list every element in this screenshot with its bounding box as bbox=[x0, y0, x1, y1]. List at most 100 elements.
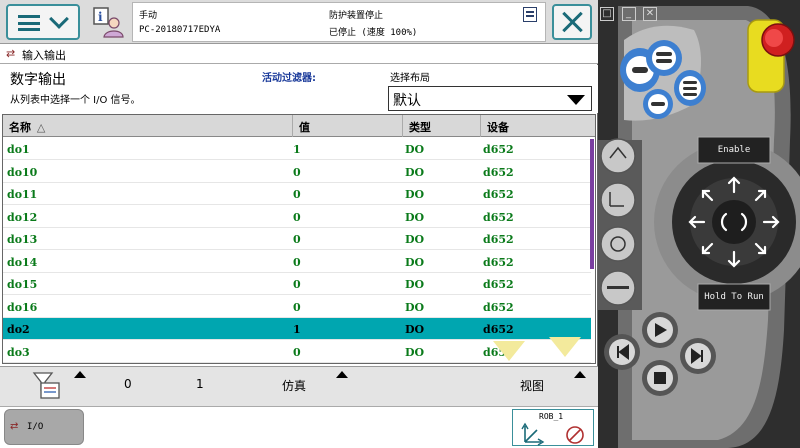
signal-name: do2 bbox=[7, 323, 30, 336]
sort-ascending-icon: △ bbox=[36, 121, 46, 134]
status-panel[interactable]: 手动 PC-20180717EDYA 防护装置停止 已停止 (速度 100%) bbox=[132, 2, 546, 42]
status-document-icon bbox=[523, 7, 537, 22]
table-row[interactable]: do15 0 DO d652 bbox=[3, 273, 591, 295]
active-filter-label: 活动过滤器: bbox=[262, 73, 316, 84]
bottom-command-bar: 0 1 仿真 视图 bbox=[0, 366, 598, 406]
signal-device: d652 bbox=[483, 143, 514, 156]
table-row[interactable]: do16 0 DO d652 bbox=[3, 296, 591, 318]
set-zero-button[interactable]: 0 bbox=[124, 377, 132, 391]
signal-name: do1 bbox=[7, 143, 30, 156]
signal-value: 0 bbox=[293, 300, 301, 314]
column-header-name[interactable]: 名称 △ bbox=[3, 115, 293, 137]
column-header-type[interactable]: 类型 bbox=[403, 115, 481, 137]
virtual-flexpendant-hardware: □ _ ✕ Enable Hold To Run bbox=[598, 0, 800, 448]
io-icon: ⇄ bbox=[10, 421, 19, 432]
close-button[interactable] bbox=[552, 4, 592, 40]
scroll-down-indicator-icon[interactable] bbox=[493, 341, 525, 361]
page-title: 数字输出 bbox=[10, 72, 66, 88]
signal-value: 0 bbox=[293, 278, 301, 291]
signal-device: d652 bbox=[483, 300, 514, 314]
signal-type: DO bbox=[405, 345, 425, 359]
taskbar-io-label: I/O bbox=[27, 422, 44, 432]
operating-mode: 手动 bbox=[139, 11, 158, 21]
signal-device: d652 bbox=[483, 210, 514, 224]
window-title-row: ⇄ 输入输出 bbox=[0, 44, 598, 64]
signal-value: 0 bbox=[293, 255, 301, 269]
signal-value: 0 bbox=[293, 345, 301, 359]
signal-value: 0 bbox=[293, 165, 301, 179]
page-subtitle: 从列表中选择一个 I/O 信号。 bbox=[10, 95, 141, 106]
signal-type: DO bbox=[405, 255, 425, 269]
signal-type: DO bbox=[405, 323, 425, 336]
signal-device: d652 bbox=[483, 278, 514, 291]
table-row[interactable]: do2 1 DO d652 bbox=[3, 318, 591, 340]
table-scrollbar[interactable] bbox=[590, 139, 594, 269]
table-row[interactable]: do12 0 DO d652 bbox=[3, 206, 591, 228]
signal-type: DO bbox=[405, 300, 425, 314]
signal-name: do11 bbox=[7, 188, 38, 201]
scroll-page-down-indicator-icon[interactable] bbox=[549, 337, 581, 357]
signal-device: d652 bbox=[483, 165, 514, 179]
taskbar: ⇄ I/O ROB_1 bbox=[0, 406, 598, 448]
view-menu-arrow-icon bbox=[574, 371, 586, 378]
svg-text:i: i bbox=[98, 10, 103, 24]
signal-device: d652 bbox=[483, 255, 514, 269]
restore-icon[interactable]: □ bbox=[600, 7, 614, 21]
signal-type: DO bbox=[405, 233, 425, 246]
signal-value: 1 bbox=[293, 323, 301, 336]
enable-button[interactable]: Enable bbox=[698, 145, 770, 155]
layout-label: 选择布局 bbox=[390, 73, 430, 84]
dropdown-arrow-icon bbox=[567, 95, 585, 105]
layout-select-value: 默认 bbox=[393, 93, 421, 109]
signal-name: do10 bbox=[7, 165, 38, 179]
signal-name: do3 bbox=[7, 345, 30, 359]
quickset-mechanical-unit-button[interactable]: ROB_1 bbox=[512, 409, 594, 446]
chevron-down-icon bbox=[49, 9, 69, 29]
safety-state: 防护装置停止 bbox=[329, 11, 384, 21]
table-row[interactable]: do1 1 DO d652 bbox=[3, 138, 591, 160]
signal-device: d652 bbox=[483, 233, 514, 246]
signal-type: DO bbox=[405, 165, 425, 179]
signal-device: d652 bbox=[483, 323, 514, 336]
hold-to-run-button[interactable]: Hold To Run bbox=[698, 292, 770, 302]
signal-type: DO bbox=[405, 210, 425, 224]
signal-value: 0 bbox=[293, 188, 301, 201]
controller-name: PC-20180717EDYA bbox=[139, 25, 221, 35]
page-header: 数字输出 从列表中选择一个 I/O 信号。 活动过滤器: 选择布局 默认 bbox=[0, 65, 598, 113]
io-icon: ⇄ bbox=[6, 47, 16, 60]
filter-icon[interactable] bbox=[32, 371, 62, 401]
column-header-device[interactable]: 设备 bbox=[481, 115, 595, 137]
signal-name: do14 bbox=[7, 255, 38, 269]
run-state: 已停止 (速度 100%) bbox=[329, 28, 418, 38]
simulate-button[interactable]: 仿真 bbox=[282, 377, 306, 394]
simulate-menu-arrow-icon bbox=[336, 371, 348, 378]
column-header-value[interactable]: 值 bbox=[293, 115, 403, 137]
signal-value: 0 bbox=[293, 210, 301, 224]
flexpendant-screen: i 手动 PC-20180717EDYA 防护装置停止 已停止 (速度 100%… bbox=[0, 0, 598, 448]
signal-device: d652 bbox=[483, 188, 514, 201]
signal-type: DO bbox=[405, 278, 425, 291]
table-row[interactable]: do14 0 DO d652 bbox=[3, 251, 591, 273]
layout-select[interactable]: 默认 bbox=[388, 86, 592, 111]
main-menu-button[interactable] bbox=[6, 4, 80, 40]
signal-name: do13 bbox=[7, 233, 38, 246]
set-one-button[interactable]: 1 bbox=[196, 377, 204, 391]
window-controls: □ _ ✕ bbox=[600, 6, 661, 21]
signal-type: DO bbox=[405, 143, 425, 156]
window-title: 输入输出 bbox=[22, 49, 66, 62]
signal-name: do12 bbox=[7, 210, 38, 224]
view-button[interactable]: 视图 bbox=[520, 377, 544, 394]
minimize-icon[interactable]: _ bbox=[621, 7, 636, 21]
pendant-hardware-graphic bbox=[598, 6, 800, 448]
table-row[interactable]: do13 0 DO d652 bbox=[3, 228, 591, 250]
table-row[interactable]: do10 0 DO d652 bbox=[3, 161, 591, 183]
event-log-icon[interactable]: i bbox=[92, 6, 124, 38]
signal-name: do15 bbox=[7, 278, 38, 291]
filter-menu-arrow-icon bbox=[74, 371, 86, 378]
signal-name: do16 bbox=[7, 300, 38, 314]
table-header: 名称 △ 值 类型 设备 bbox=[3, 115, 595, 137]
top-bar: i 手动 PC-20180717EDYA 防护装置停止 已停止 (速度 100%… bbox=[0, 0, 598, 44]
table-row[interactable]: do11 0 DO d652 bbox=[3, 183, 591, 205]
taskbar-io-button[interactable]: ⇄ I/O bbox=[4, 409, 84, 445]
close-window-icon[interactable]: ✕ bbox=[643, 7, 657, 21]
